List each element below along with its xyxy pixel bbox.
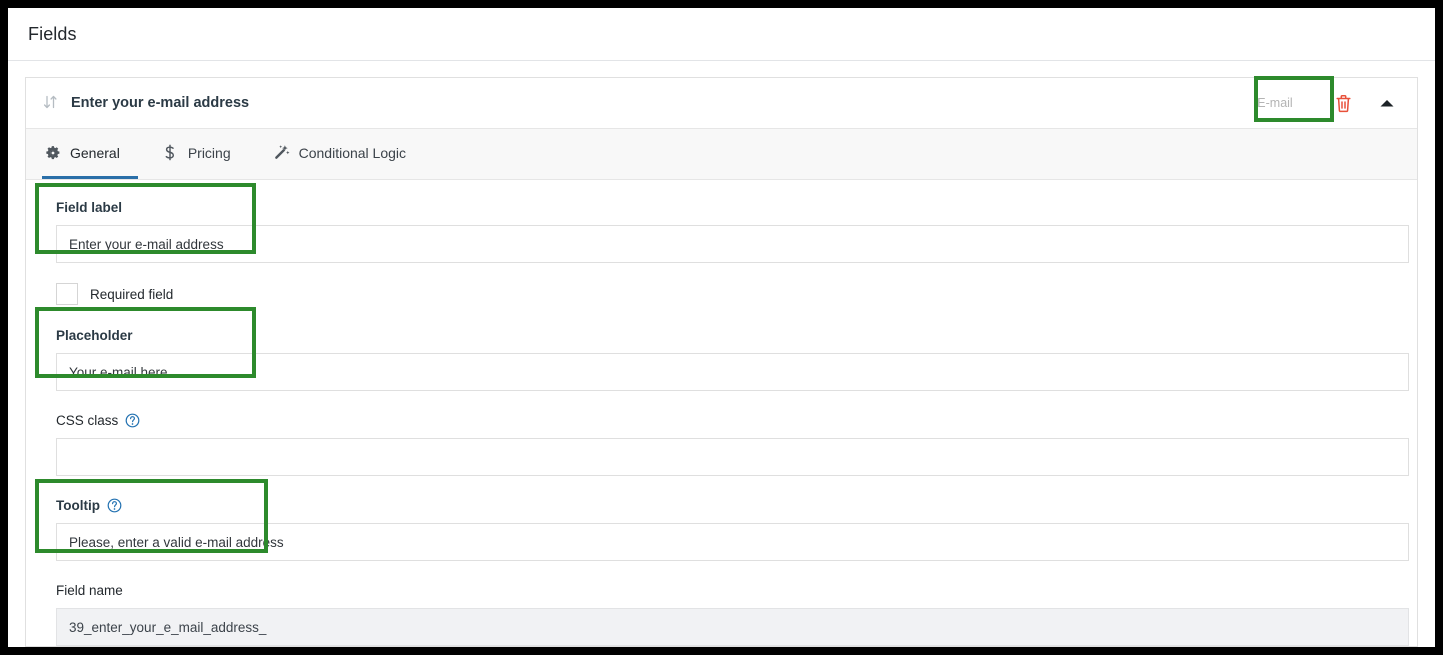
page-header: Fields: [8, 8, 1435, 61]
form-row-placeholder: Placeholder: [56, 326, 1409, 391]
placeholder-label: Placeholder: [56, 327, 133, 343]
question-circle-icon[interactable]: [125, 413, 140, 428]
field-settings-tabs: General Pricing Conditional Logic: [26, 129, 1417, 180]
tab-conditional-logic-label: Conditional Logic: [298, 144, 407, 161]
required-field-checkbox[interactable]: [56, 283, 78, 305]
tab-general[interactable]: General: [42, 129, 138, 179]
trash-icon[interactable]: [1326, 88, 1360, 118]
css-class-label-wrap: CSS class: [56, 411, 1395, 429]
required-field-row: Required field: [56, 283, 1395, 305]
tab-pricing-label: Pricing: [187, 144, 231, 161]
field-panel-title: Enter your e-mail address: [71, 95, 250, 111]
css-class-input[interactable]: [56, 438, 1409, 476]
field-settings-form: Field label Required field Placeholder C: [26, 180, 1417, 646]
form-row-field-name: Field name: [56, 581, 1409, 646]
required-field-label: Required field: [90, 286, 174, 302]
css-class-label: CSS class: [56, 412, 119, 428]
question-circle-icon[interactable]: [107, 498, 122, 513]
gear-icon: [44, 144, 61, 161]
field-panel-actions: E-mail: [1236, 88, 1404, 118]
field-name-input[interactable]: [56, 608, 1409, 646]
tab-general-label: General: [70, 144, 120, 161]
field-label-label: Field label: [56, 199, 123, 215]
app-window: Fields Enter your e-mail address E-mail: [8, 8, 1435, 647]
field-label-input[interactable]: [56, 225, 1409, 263]
tab-pricing[interactable]: Pricing: [160, 129, 249, 179]
placeholder-input[interactable]: [56, 353, 1409, 391]
field-panel-header: Enter your e-mail address E-mail: [26, 78, 1417, 129]
form-row-field-label: Field label: [56, 198, 1409, 263]
tooltip-input[interactable]: [56, 523, 1409, 561]
sort-updown-icon[interactable]: [42, 94, 64, 113]
dollar-icon: [162, 144, 179, 161]
tab-conditional-logic[interactable]: Conditional Logic: [271, 129, 424, 179]
field-name-label: Field name: [56, 582, 123, 598]
field-type-badge: E-mail: [1257, 96, 1293, 110]
form-row-css-class: CSS class: [56, 411, 1409, 476]
tooltip-label-wrap: Tooltip: [56, 496, 1395, 514]
magic-wand-icon: [273, 144, 290, 161]
form-row-tooltip: Tooltip: [56, 496, 1409, 561]
content-area: Enter your e-mail address E-mail General…: [8, 61, 1435, 647]
tooltip-label: Tooltip: [56, 497, 100, 513]
page-title: Fields: [28, 23, 77, 44]
field-settings-panel: Enter your e-mail address E-mail General…: [25, 77, 1418, 647]
triangle-up-icon[interactable]: [1370, 88, 1404, 118]
